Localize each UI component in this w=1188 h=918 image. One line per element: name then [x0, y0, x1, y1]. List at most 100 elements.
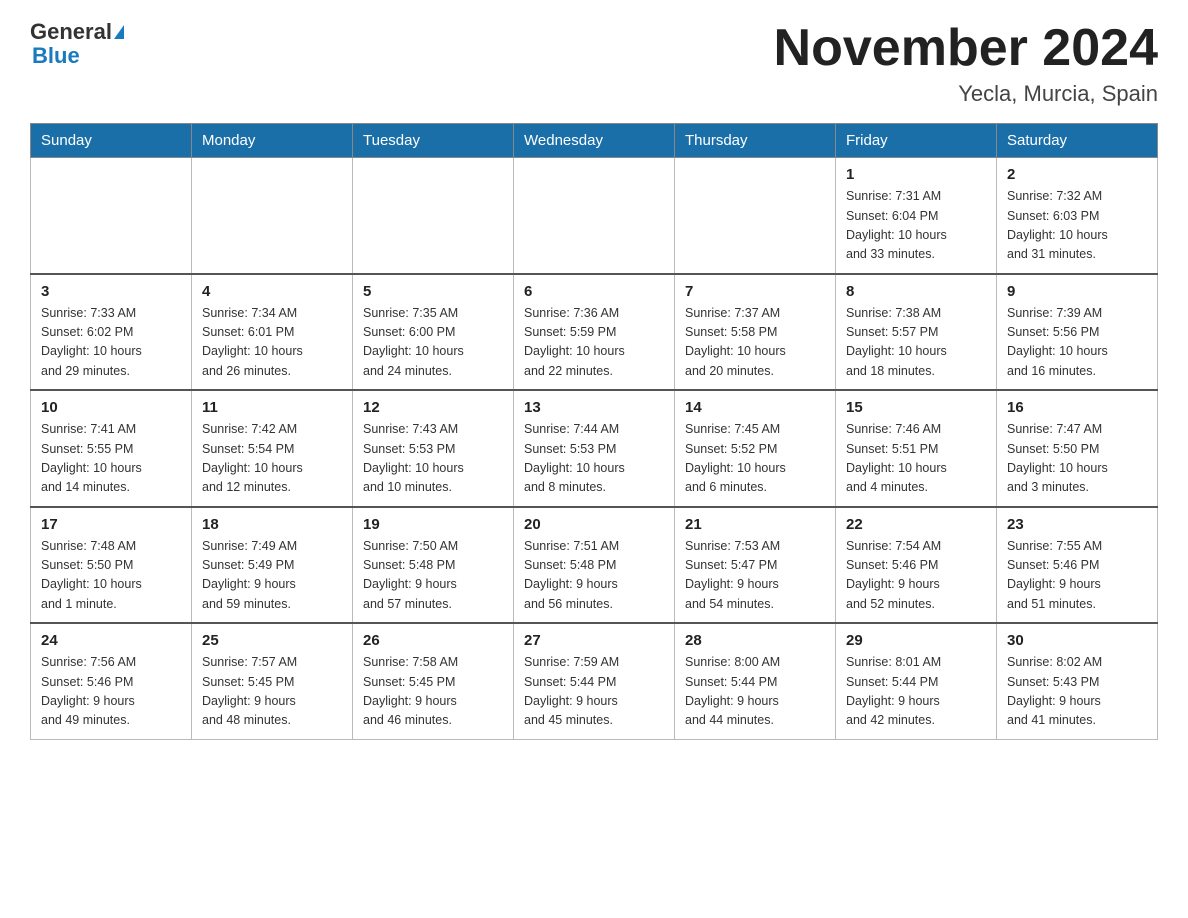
- day-number: 10: [41, 399, 181, 416]
- header: General Blue November 2024 Yecla, Murcia…: [30, 20, 1158, 107]
- day-info: Sunrise: 7:50 AM Sunset: 5:48 PM Dayligh…: [363, 537, 503, 615]
- weekday-header-row: SundayMondayTuesdayWednesdayThursdayFrid…: [31, 124, 1158, 158]
- calendar-cell: 12 Sunrise: 7:43 AM Sunset: 5:53 PM Dayli…: [353, 390, 514, 507]
- day-info: Sunrise: 7:38 AM Sunset: 5:57 PM Dayligh…: [846, 304, 986, 382]
- location-title: Yecla, Murcia, Spain: [774, 81, 1158, 107]
- calendar-cell: 6 Sunrise: 7:36 AM Sunset: 5:59 PM Daylig…: [514, 274, 675, 391]
- calendar-cell: 28 Sunrise: 8:00 AM Sunset: 5:44 PM Dayli…: [675, 623, 836, 739]
- day-info: Sunrise: 7:53 AM Sunset: 5:47 PM Dayligh…: [685, 537, 825, 615]
- weekday-header-tuesday: Tuesday: [353, 124, 514, 158]
- day-number: 24: [41, 632, 181, 649]
- calendar-cell: [192, 158, 353, 274]
- day-info: Sunrise: 7:45 AM Sunset: 5:52 PM Dayligh…: [685, 420, 825, 498]
- calendar-cell: [675, 158, 836, 274]
- day-info: Sunrise: 7:36 AM Sunset: 5:59 PM Dayligh…: [524, 304, 664, 382]
- day-info: Sunrise: 8:01 AM Sunset: 5:44 PM Dayligh…: [846, 653, 986, 731]
- day-info: Sunrise: 7:58 AM Sunset: 5:45 PM Dayligh…: [363, 653, 503, 731]
- day-info: Sunrise: 7:43 AM Sunset: 5:53 PM Dayligh…: [363, 420, 503, 498]
- calendar-cell: 22 Sunrise: 7:54 AM Sunset: 5:46 PM Dayli…: [836, 507, 997, 624]
- day-info: Sunrise: 7:48 AM Sunset: 5:50 PM Dayligh…: [41, 537, 181, 615]
- calendar-cell: 17 Sunrise: 7:48 AM Sunset: 5:50 PM Dayli…: [31, 507, 192, 624]
- calendar-table: SundayMondayTuesdayWednesdayThursdayFrid…: [30, 123, 1158, 740]
- calendar-cell: 15Sunrise: 7:46 AM Sunset: 5:51 PM Dayli…: [836, 390, 997, 507]
- weekday-header-monday: Monday: [192, 124, 353, 158]
- calendar-cell: 26Sunrise: 7:58 AM Sunset: 5:45 PM Dayli…: [353, 623, 514, 739]
- calendar-cell: [31, 158, 192, 274]
- day-number: 21: [685, 516, 825, 533]
- day-number: 22: [846, 516, 986, 533]
- day-info: Sunrise: 7:44 AM Sunset: 5:53 PM Dayligh…: [524, 420, 664, 498]
- title-area: November 2024 Yecla, Murcia, Spain: [774, 20, 1158, 107]
- day-info: Sunrise: 7:33 AM Sunset: 6:02 PM Dayligh…: [41, 304, 181, 382]
- calendar-cell: 1 Sunrise: 7:31 AM Sunset: 6:04 PM Daylig…: [836, 158, 997, 274]
- day-number: 12: [363, 399, 503, 416]
- calendar-cell: [353, 158, 514, 274]
- weekday-header-sunday: Sunday: [31, 124, 192, 158]
- calendar-cell: 18Sunrise: 7:49 AM Sunset: 5:49 PM Dayli…: [192, 507, 353, 624]
- calendar-cell: 27Sunrise: 7:59 AM Sunset: 5:44 PM Dayli…: [514, 623, 675, 739]
- day-number: 15: [846, 399, 986, 416]
- calendar-cell: 19 Sunrise: 7:50 AM Sunset: 5:48 PM Dayli…: [353, 507, 514, 624]
- day-number: 7: [685, 283, 825, 300]
- day-info: Sunrise: 7:41 AM Sunset: 5:55 PM Dayligh…: [41, 420, 181, 498]
- calendar-cell: 29 Sunrise: 8:01 AM Sunset: 5:44 PM Dayli…: [836, 623, 997, 739]
- calendar-cell: 2Sunrise: 7:32 AM Sunset: 6:03 PM Daylig…: [997, 158, 1158, 274]
- calendar-cell: 7 Sunrise: 7:37 AM Sunset: 5:58 PM Daylig…: [675, 274, 836, 391]
- calendar-cell: 10 Sunrise: 7:41 AM Sunset: 5:55 PM Dayli…: [31, 390, 192, 507]
- day-info: Sunrise: 7:42 AM Sunset: 5:54 PM Dayligh…: [202, 420, 342, 498]
- day-info: Sunrise: 7:34 AM Sunset: 6:01 PM Dayligh…: [202, 304, 342, 382]
- day-number: 20: [524, 516, 664, 533]
- weekday-header-thursday: Thursday: [675, 124, 836, 158]
- day-number: 11: [202, 399, 342, 416]
- day-info: Sunrise: 7:57 AM Sunset: 5:45 PM Dayligh…: [202, 653, 342, 731]
- calendar-cell: 20 Sunrise: 7:51 AM Sunset: 5:48 PM Dayli…: [514, 507, 675, 624]
- day-info: Sunrise: 7:54 AM Sunset: 5:46 PM Dayligh…: [846, 537, 986, 615]
- calendar-cell: 13 Sunrise: 7:44 AM Sunset: 5:53 PM Dayli…: [514, 390, 675, 507]
- day-number: 17: [41, 516, 181, 533]
- day-number: 14: [685, 399, 825, 416]
- calendar-week-row: 24 Sunrise: 7:56 AM Sunset: 5:46 PM Dayli…: [31, 623, 1158, 739]
- day-number: 6: [524, 283, 664, 300]
- calendar-cell: 8 Sunrise: 7:38 AM Sunset: 5:57 PM Daylig…: [836, 274, 997, 391]
- calendar-cell: 23 Sunrise: 7:55 AM Sunset: 5:46 PM Dayli…: [997, 507, 1158, 624]
- day-number: 23: [1007, 516, 1147, 533]
- day-number: 30: [1007, 632, 1147, 649]
- day-number: 3: [41, 283, 181, 300]
- day-info: Sunrise: 7:39 AM Sunset: 5:56 PM Dayligh…: [1007, 304, 1147, 382]
- calendar-week-row: 17 Sunrise: 7:48 AM Sunset: 5:50 PM Dayli…: [31, 507, 1158, 624]
- calendar-cell: [514, 158, 675, 274]
- day-number: 25: [202, 632, 342, 649]
- day-number: 4: [202, 283, 342, 300]
- day-info: Sunrise: 7:51 AM Sunset: 5:48 PM Dayligh…: [524, 537, 664, 615]
- day-info: Sunrise: 8:00 AM Sunset: 5:44 PM Dayligh…: [685, 653, 825, 731]
- day-number: 29: [846, 632, 986, 649]
- logo: General Blue: [30, 20, 124, 68]
- day-number: 19: [363, 516, 503, 533]
- calendar-cell: 16Sunrise: 7:47 AM Sunset: 5:50 PM Dayli…: [997, 390, 1158, 507]
- day-info: Sunrise: 7:56 AM Sunset: 5:46 PM Dayligh…: [41, 653, 181, 731]
- day-info: Sunrise: 7:37 AM Sunset: 5:58 PM Dayligh…: [685, 304, 825, 382]
- calendar-cell: 9Sunrise: 7:39 AM Sunset: 5:56 PM Daylig…: [997, 274, 1158, 391]
- calendar-cell: 3 Sunrise: 7:33 AM Sunset: 6:02 PM Daylig…: [31, 274, 192, 391]
- day-number: 28: [685, 632, 825, 649]
- day-number: 27: [524, 632, 664, 649]
- day-info: Sunrise: 7:32 AM Sunset: 6:03 PM Dayligh…: [1007, 187, 1147, 265]
- weekday-header-friday: Friday: [836, 124, 997, 158]
- logo-blue: Blue: [32, 44, 80, 68]
- day-number: 16: [1007, 399, 1147, 416]
- day-info: Sunrise: 7:49 AM Sunset: 5:49 PM Dayligh…: [202, 537, 342, 615]
- calendar-cell: 11 Sunrise: 7:42 AM Sunset: 5:54 PM Dayli…: [192, 390, 353, 507]
- calendar-cell: 4 Sunrise: 7:34 AM Sunset: 6:01 PM Daylig…: [192, 274, 353, 391]
- weekday-header-wednesday: Wednesday: [514, 124, 675, 158]
- month-title: November 2024: [774, 20, 1158, 77]
- calendar-cell: 5Sunrise: 7:35 AM Sunset: 6:00 PM Daylig…: [353, 274, 514, 391]
- day-info: Sunrise: 7:55 AM Sunset: 5:46 PM Dayligh…: [1007, 537, 1147, 615]
- day-number: 13: [524, 399, 664, 416]
- day-number: 5: [363, 283, 503, 300]
- day-number: 1: [846, 166, 986, 183]
- day-number: 8: [846, 283, 986, 300]
- calendar-cell: 21 Sunrise: 7:53 AM Sunset: 5:47 PM Dayli…: [675, 507, 836, 624]
- day-info: Sunrise: 8:02 AM Sunset: 5:43 PM Dayligh…: [1007, 653, 1147, 731]
- day-info: Sunrise: 7:31 AM Sunset: 6:04 PM Dayligh…: [846, 187, 986, 265]
- logo-general: General: [30, 20, 112, 44]
